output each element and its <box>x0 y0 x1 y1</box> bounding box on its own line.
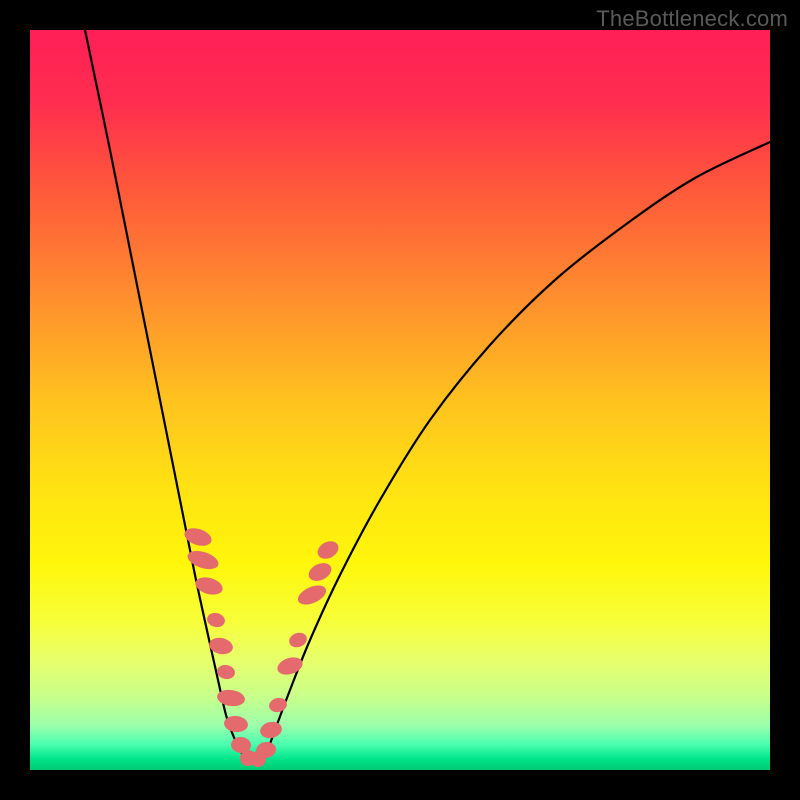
bead-right-5 <box>295 582 329 609</box>
chart-svg <box>30 30 770 770</box>
bead-right-3 <box>275 654 305 677</box>
bead-bottom-1 <box>250 751 266 767</box>
bead-right-7 <box>315 538 342 562</box>
plot-frame <box>30 30 770 770</box>
bead-right-1 <box>259 720 284 740</box>
bead-right-6 <box>306 560 335 585</box>
bead-right-4 <box>287 630 309 649</box>
bead-left-0 <box>182 525 214 549</box>
bead-right-2 <box>268 696 289 714</box>
right-curve <box>265 142 770 758</box>
watermark-text: TheBottleneck.com <box>596 6 788 32</box>
bead-left-5 <box>216 664 236 681</box>
bead-left-3 <box>206 611 227 629</box>
beads-group <box>182 525 341 767</box>
